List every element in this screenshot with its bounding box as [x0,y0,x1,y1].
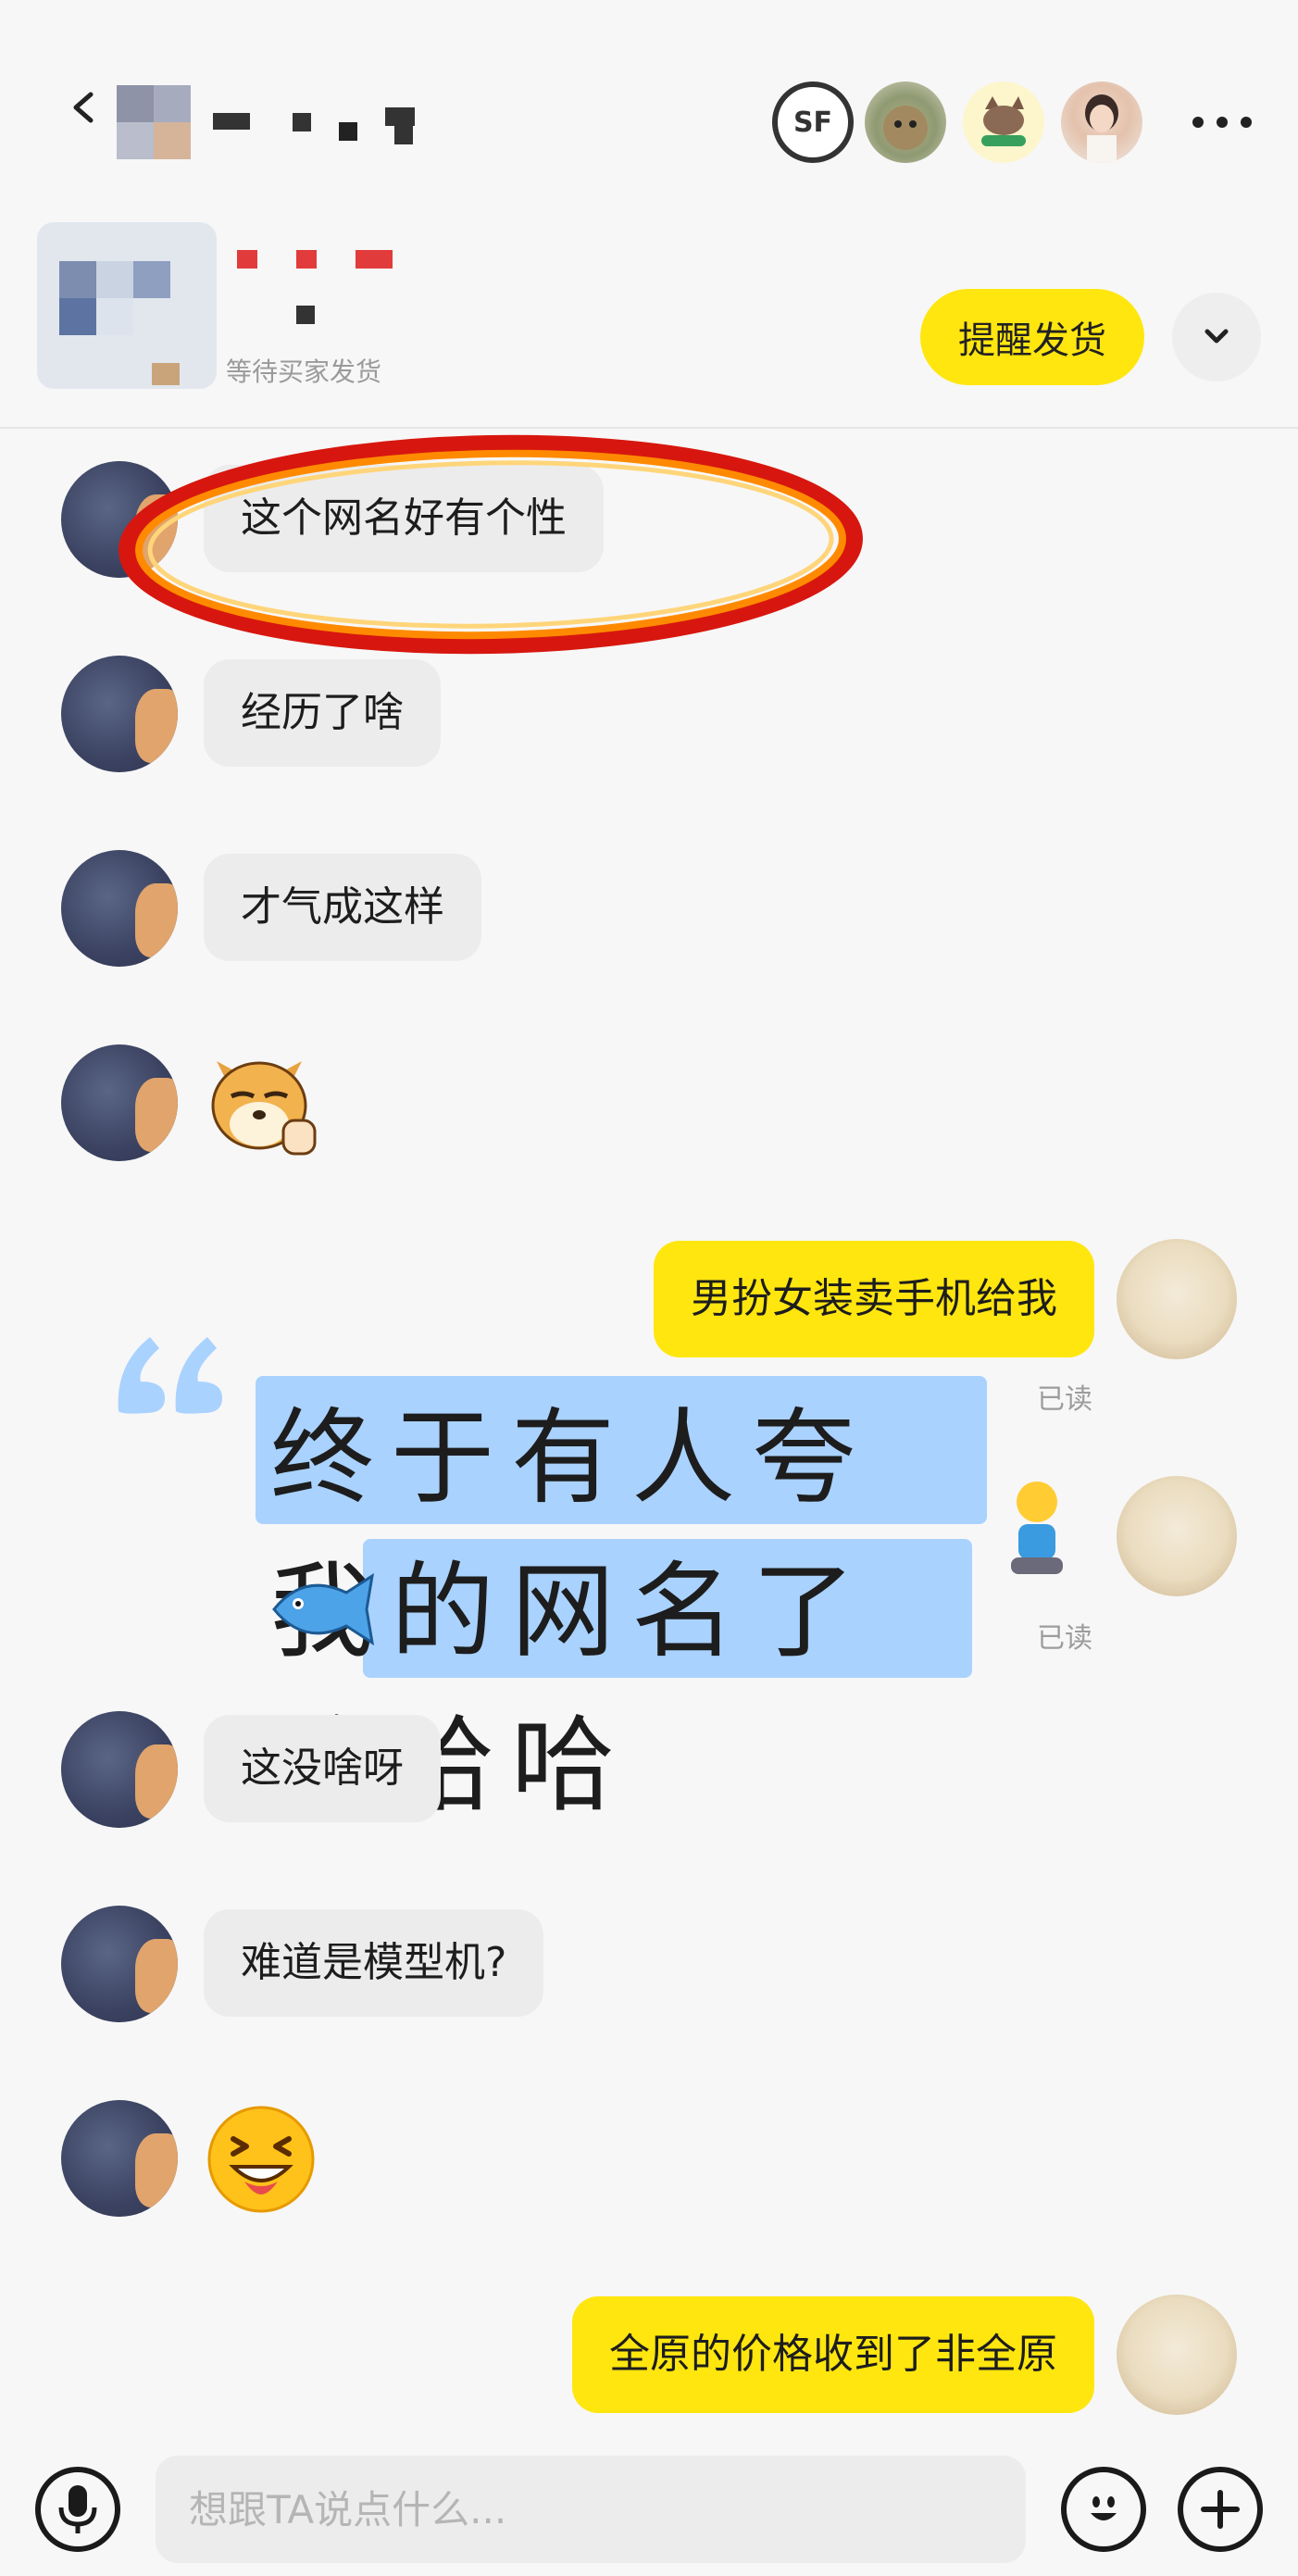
message-bubble[interactable]: 这没啥呀 [204,1715,441,1822]
read-receipt: 已读 [1037,1383,1092,1416]
person-sitting-emoji [1011,1482,1063,1574]
product-thumbnail[interactable] [37,222,217,389]
sf-express-icon[interactable]: SF [772,81,854,163]
header-avatar-cat-cartoon[interactable] [963,81,1044,163]
header-avatar-cat[interactable] [865,81,946,163]
plus-icon [1201,2490,1240,2529]
order-status: 等待买家发货 [226,356,382,387]
sender-avatar[interactable] [61,1906,178,2022]
expand-button[interactable] [1172,293,1261,381]
fish-emoji [272,1572,375,1646]
my-avatar[interactable] [1117,2295,1237,2415]
highlight-circle-annotation [119,434,863,655]
microphone-icon [58,2485,97,2533]
sender-avatar[interactable] [61,2100,178,2217]
sender-avatar[interactable] [61,656,178,772]
header-avatar-girl[interactable] [1061,81,1142,163]
read-receipt: 已读 [1037,1622,1092,1655]
message-bubble[interactable]: 男扮女装卖手机给我 [654,1241,1094,1357]
sender-avatar[interactable] [61,850,178,967]
product-title-redacted[interactable] [231,246,407,339]
top-bar: SF [0,0,1298,222]
shiba-thumbs-up-emoji[interactable] [204,1044,318,1159]
sender-avatar[interactable] [61,1044,178,1161]
smiley-icon [1091,2496,1117,2520]
message-input[interactable] [156,2456,1026,2563]
chevron-down-icon [1204,329,1229,344]
my-avatar[interactable] [1117,1476,1237,1596]
sender-avatar[interactable] [61,1711,178,1828]
sf-logo-text: SF [793,106,833,139]
voice-button[interactable] [35,2467,120,2552]
contact-name-redacted[interactable] [111,85,426,174]
emoji-button[interactable] [1061,2467,1146,2552]
message-bubble[interactable]: 才气成这样 [204,854,481,961]
quote-mark-icon [118,1337,222,1414]
message-bubble[interactable]: 难道是模型机? [204,1909,544,2017]
message-bubble[interactable]: 经历了啥 [204,659,441,767]
laughing-face-emoji[interactable] [204,2102,318,2217]
chevron-left-icon[interactable] [65,89,102,126]
more-horizontal-icon[interactable] [1189,111,1255,133]
my-avatar[interactable] [1117,1239,1237,1359]
remind-ship-button[interactable]: 提醒发货 [920,289,1144,385]
message-bubble[interactable]: 全原的价格收到了非全原 [572,2296,1094,2413]
plus-button[interactable] [1178,2467,1263,2552]
